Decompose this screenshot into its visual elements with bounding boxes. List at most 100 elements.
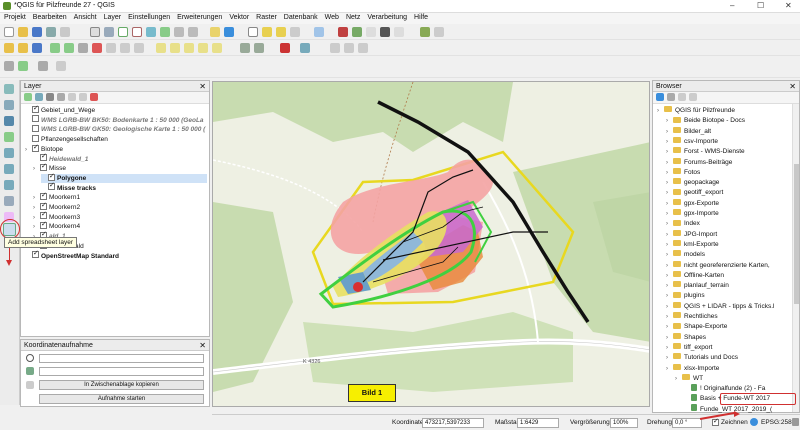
browser-scrollbar[interactable] [792, 104, 799, 412]
expand-arrow-icon[interactable]: › [666, 323, 673, 332]
identify-icon[interactable] [248, 27, 258, 37]
expand-arrow-icon[interactable]: › [666, 344, 673, 353]
layer-visibility-checkbox[interactable] [48, 181, 55, 191]
layer-visibility-checkbox[interactable] [32, 143, 39, 152]
collapse-all-icon[interactable] [678, 93, 686, 101]
expand-arrow-icon[interactable]: › [666, 282, 673, 291]
python-console-icon[interactable] [420, 27, 430, 37]
expand-arrow-icon[interactable]: › [33, 194, 40, 203]
move-label-icon[interactable] [198, 43, 208, 53]
expand-arrow-icon[interactable]: › [25, 146, 32, 155]
refresh-icon[interactable] [656, 93, 664, 101]
browser-item[interactable]: › Rechtliches [666, 312, 718, 321]
browser-item[interactable]: › QGIS für Pilzfreunde [657, 106, 735, 115]
properties-icon[interactable] [689, 93, 697, 101]
layer-visibility-checkbox[interactable] [40, 210, 47, 220]
close-panel-icon[interactable]: ✕ [789, 82, 796, 91]
add-wcs-icon[interactable] [4, 180, 14, 190]
filter-icon[interactable] [57, 93, 65, 101]
toggle-editing-icon[interactable] [18, 43, 28, 53]
snapping-icon[interactable] [254, 43, 264, 53]
statistics-icon[interactable] [338, 27, 348, 37]
map-tips-icon[interactable] [380, 27, 390, 37]
browser-item[interactable]: › Shape-Exporte [666, 322, 727, 331]
zoom-in-icon[interactable] [118, 27, 128, 37]
menu-verarbeitung[interactable]: Verarbeitung [363, 13, 410, 21]
field-calculator-icon[interactable] [352, 27, 362, 37]
browser-item[interactable]: › nicht georeferenzierte Karten, [666, 260, 770, 270]
browser-item[interactable]: › csv-Importe [666, 137, 718, 146]
browser-item[interactable]: › planlauf_terrain [666, 281, 729, 290]
browser-item[interactable]: › Bilder_alt [666, 126, 711, 136]
select-by-value-icon[interactable] [276, 27, 286, 37]
menu-ansicht[interactable]: Ansicht [70, 13, 100, 21]
expand-all-icon[interactable] [68, 93, 76, 101]
browser-item[interactable]: › Index [666, 219, 700, 228]
browser-item[interactable]: › gpx-Importe [666, 209, 719, 218]
layer-visibility-checkbox[interactable] [32, 115, 39, 123]
expand-arrow-icon[interactable]: › [666, 169, 673, 178]
expand-arrow-icon[interactable]: › [666, 292, 673, 301]
expand-arrow-icon[interactable]: › [666, 200, 673, 209]
zoom-last-icon[interactable] [174, 27, 184, 37]
expand-arrow-icon[interactable]: › [666, 159, 673, 168]
show-labels-icon[interactable] [184, 43, 194, 53]
add-wms-icon[interactable] [4, 148, 14, 158]
layer-item[interactable]: Gebiet_und_Wege [25, 104, 95, 115]
expand-arrow-icon[interactable]: › [666, 303, 673, 312]
expand-arrow-icon[interactable]: › [33, 204, 40, 213]
filter-icon[interactable] [667, 93, 675, 101]
expand-arrow-icon[interactable]: › [33, 165, 40, 174]
scale-value[interactable]: 1:6429 [517, 418, 559, 428]
pan-to-selection-icon[interactable] [104, 27, 114, 37]
delete-selected-icon[interactable] [92, 43, 102, 53]
browser-item[interactable]: › WT [675, 374, 703, 383]
add-raster-layer-icon[interactable] [4, 100, 14, 110]
expand-arrow-icon[interactable]: › [666, 313, 673, 322]
layer-visibility-checkbox[interactable] [40, 191, 47, 201]
expand-arrow-icon[interactable]: › [666, 354, 673, 363]
collapse-all-icon[interactable] [79, 93, 87, 101]
layer-visibility-checkbox[interactable] [32, 249, 39, 259]
pin-labels-icon[interactable] [170, 43, 180, 53]
browser-item[interactable]: › plugins [666, 291, 705, 300]
label-tool-icon[interactable] [156, 43, 166, 53]
browser-item[interactable]: › gpx-Exporte [666, 198, 719, 209]
style-icon[interactable] [24, 93, 32, 101]
layer-visibility-checkbox[interactable] [40, 152, 47, 162]
menu-vektor[interactable]: Vektor [225, 13, 252, 21]
plugin-icon[interactable] [330, 43, 340, 53]
browser-item[interactable]: › Shapes [666, 332, 706, 343]
browser-item[interactable]: › JPG-Import [666, 229, 717, 239]
add-vector-layer-icon[interactable] [4, 84, 14, 94]
expand-arrow-icon[interactable]: › [666, 241, 673, 250]
expand-arrow-icon[interactable]: › [675, 375, 682, 384]
browser-item[interactable]: › Forst - WMS-Dienste [666, 147, 745, 156]
coord-input-1[interactable] [39, 354, 204, 363]
browser-item[interactable]: › QGIS + LIDAR - tipps & Tricks.l [666, 301, 774, 312]
menu-netz[interactable]: Netz [342, 13, 363, 21]
new-bookmark-icon[interactable] [210, 27, 220, 37]
copy-features-icon[interactable] [120, 43, 130, 53]
globe-icon[interactable] [750, 418, 758, 426]
layer-item[interactable]: WMS LGRB-BW GK50: Geologische Karte 1 : … [25, 125, 205, 134]
expand-arrow-icon[interactable]: › [666, 138, 673, 147]
expand-arrow-icon[interactable]: › [666, 148, 673, 157]
expand-arrow-icon[interactable]: › [666, 272, 673, 281]
zoom-next-icon[interactable] [188, 27, 198, 37]
coord-value[interactable]: 473217,5397233 [422, 418, 484, 428]
menu-layer[interactable]: Layer [100, 13, 125, 21]
refresh-icon[interactable] [224, 27, 234, 37]
menu-datenbank[interactable]: Datenbank [280, 13, 321, 21]
start-capture-button[interactable]: Aufnahme starten [39, 394, 204, 404]
open-project-icon[interactable] [18, 27, 28, 37]
expand-arrow-icon[interactable]: › [666, 334, 673, 343]
menu-einstellungen[interactable]: Einstellungen [124, 13, 173, 21]
deselect-icon[interactable] [290, 27, 300, 37]
merge-icon[interactable] [56, 61, 66, 71]
georeferencer-icon[interactable] [280, 43, 290, 53]
expand-arrow-icon[interactable]: › [666, 365, 673, 374]
copy-to-clipboard-button[interactable]: In Zwischenablage kopieren [39, 380, 204, 390]
expand-arrow-icon[interactable]: › [666, 220, 673, 229]
browser-item[interactable]: › Offline-Karten [666, 271, 724, 280]
